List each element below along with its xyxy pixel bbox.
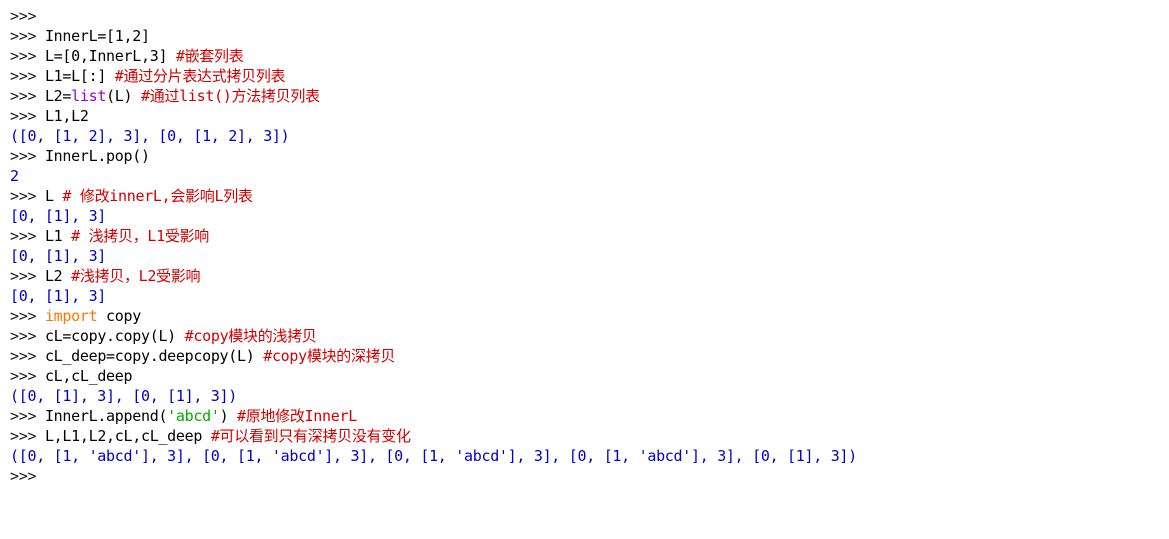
console-prompt-text: >>> [10, 67, 45, 85]
console-comment-text: #浅拷贝，L2受影响 [71, 267, 201, 285]
console-comment-text: #copy模块的深拷贝 [263, 347, 396, 365]
console-prompt-text: >>> [10, 7, 37, 25]
console-string-text: 'abcd' [167, 407, 220, 425]
console-code-text: cL_deep=copy.deepcopy(L) [44, 347, 264, 365]
console-line: >>> cL_deep=copy.deepcopy(L) #copy模块的深拷贝 [10, 346, 1169, 366]
console-comment-text: # 修改innerL,会影响L列表 [62, 187, 253, 205]
console-code-text: (L) [106, 87, 142, 105]
console-line: >>> InnerL=[1,2] [10, 26, 1169, 46]
python-shell-window[interactable]: >>> >>> InnerL=[1,2] >>> L=[0,InnerL,3] #嵌… [0, 0, 1169, 539]
console-line: [0, [1], 3] [10, 246, 1169, 266]
console-comment-text: #通过分片表达式拷贝列表 [114, 67, 286, 85]
console-code-text: L1 [44, 227, 72, 245]
console-prompt-text: >>> [10, 27, 45, 45]
console-line: >>> InnerL.pop() [10, 146, 1169, 166]
console-code-text: L [44, 187, 63, 205]
console-line: >>> [10, 6, 1169, 26]
console-output-text: [0, [1], 3] [10, 247, 107, 265]
console-line: [0, [1], 3] [10, 286, 1169, 306]
console-prompt-text: >>> [10, 327, 45, 345]
console-output-text: [0, [1], 3] [10, 207, 107, 225]
console-prompt-text: >>> [10, 107, 45, 125]
console-prompt-text: >>> [10, 267, 45, 285]
console-output-text: 2 [10, 167, 19, 185]
console-prompt-text: >>> [10, 347, 45, 365]
console-builtin-text: list [71, 87, 107, 105]
console-prompt-text: >>> [10, 87, 45, 105]
console-line: >>> L2 #浅拷贝，L2受影响 [10, 266, 1169, 286]
console-comment-text: #通过list()方法拷贝列表 [141, 87, 320, 105]
console-prompt-text: >>> [10, 47, 45, 65]
console-prompt-text: >>> [10, 367, 45, 385]
console-keyword-text: import [44, 307, 98, 325]
console-code-text: InnerL.append( [44, 407, 168, 425]
console-output-text: ([0, [1, 'abcd'], 3], [0, [1, 'abcd'], 3… [10, 447, 857, 465]
console-line: >>> L,L1,L2,cL,cL_deep #可以看到只有深拷贝没有变化 [10, 426, 1169, 446]
console-line: ([0, [1, 2], 3], [0, [1, 2], 3]) [10, 126, 1169, 146]
console-line: >>> L2=list(L) #通过list()方法拷贝列表 [10, 86, 1169, 106]
console-output-text: ([0, [1], 3], [0, [1], 3]) [10, 387, 238, 405]
console-code-text: L2= [44, 87, 72, 105]
console-line: >>> L1 # 浅拷贝，L1受影响 [10, 226, 1169, 246]
console-code-text: cL,cL_deep [44, 367, 133, 385]
console-prompt-text: >>> [10, 407, 45, 425]
console-line: >>> L1=L[:] #通过分片表达式拷贝列表 [10, 66, 1169, 86]
console-prompt-text: >>> [10, 227, 45, 245]
console-prompt-text: >>> [10, 307, 45, 325]
console-comment-text: #copy模块的浅拷贝 [184, 327, 317, 345]
console-comment-text: #可以看到只有深拷贝没有变化 [210, 427, 411, 445]
console-code-text: copy [97, 307, 141, 325]
console-line: >>> import copy [10, 306, 1169, 326]
console-code-text: ) [219, 407, 238, 425]
console-code-text: L=[0,InnerL,3] [44, 47, 176, 65]
console-output-area[interactable]: >>> >>> InnerL=[1,2] >>> L=[0,InnerL,3] #嵌… [10, 6, 1169, 486]
console-comment-text: # 浅拷贝，L1受影响 [71, 227, 209, 245]
console-prompt-text: >>> [10, 467, 37, 485]
console-line: 2 [10, 166, 1169, 186]
console-line: ([0, [1, 'abcd'], 3], [0, [1, 'abcd'], 3… [10, 446, 1169, 466]
console-code-text: L1,L2 [44, 107, 89, 125]
console-line: >>> [10, 466, 1169, 486]
console-prompt-text: >>> [10, 187, 45, 205]
console-code-text: L,L1,L2,cL,cL_deep [44, 427, 211, 445]
console-line: [0, [1], 3] [10, 206, 1169, 226]
console-code-text: InnerL=[1,2] [44, 27, 150, 45]
console-code-text: L2 [44, 267, 72, 285]
console-output-text: [0, [1], 3] [10, 287, 107, 305]
console-line: >>> cL,cL_deep [10, 366, 1169, 386]
console-comment-text: #嵌套列表 [175, 47, 244, 65]
console-line: >>> cL=copy.copy(L) #copy模块的浅拷贝 [10, 326, 1169, 346]
console-prompt-text: >>> [10, 427, 45, 445]
console-line: ([0, [1], 3], [0, [1], 3]) [10, 386, 1169, 406]
console-prompt-text: >>> [10, 147, 45, 165]
console-line: >>> L=[0,InnerL,3] #嵌套列表 [10, 46, 1169, 66]
console-code-text: InnerL.pop() [44, 147, 150, 165]
console-line: >>> L1,L2 [10, 106, 1169, 126]
console-code-text: L1=L[:] [44, 67, 115, 85]
console-comment-text: #原地修改InnerL [237, 407, 357, 425]
console-line: >>> L # 修改innerL,会影响L列表 [10, 186, 1169, 206]
console-code-text: cL=copy.copy(L) [44, 327, 185, 345]
console-output-text: ([0, [1, 2], 3], [0, [1, 2], 3]) [10, 127, 290, 145]
console-line: >>> InnerL.append('abcd') #原地修改InnerL [10, 406, 1169, 426]
